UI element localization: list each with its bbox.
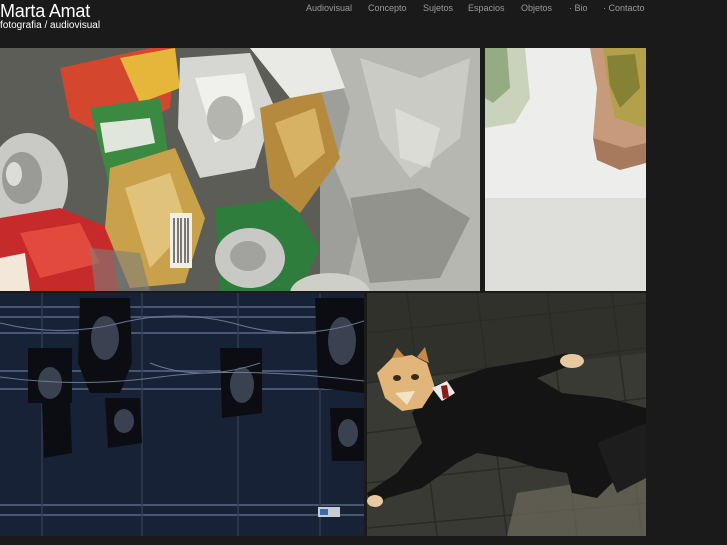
nav-item-objetos[interactable]: Objetos	[521, 3, 552, 14]
nav-item-bio[interactable]: · Bio	[569, 3, 588, 14]
crushed-cans-image	[0, 48, 480, 291]
nav-item-concepto[interactable]: Concepto	[368, 3, 407, 14]
gallery-image-hand[interactable]	[485, 48, 646, 291]
nav-item-sujetos[interactable]: Sujetos	[423, 3, 453, 14]
nav-item-audiovisual[interactable]: Audiovisual	[306, 3, 352, 14]
stage-lights-image	[0, 293, 364, 536]
page: Marta Amat fotografia / audiovisual Audi…	[0, 0, 727, 545]
nav-item-contacto[interactable]: · Contacto	[603, 3, 645, 14]
gallery-image-fox-mask-person[interactable]	[367, 293, 646, 536]
site-tagline: fotografia / audiovisual	[0, 20, 101, 31]
fox-mask-person-image	[367, 293, 646, 536]
hand-image	[485, 48, 646, 291]
gallery-image-stage-lights[interactable]	[0, 293, 364, 536]
nav-item-espacios[interactable]: Espacios	[468, 3, 505, 14]
gallery-image-crushed-cans[interactable]	[0, 48, 480, 291]
main-nav: Audiovisual Concepto Sujetos Espacios Ob…	[0, 3, 727, 17]
